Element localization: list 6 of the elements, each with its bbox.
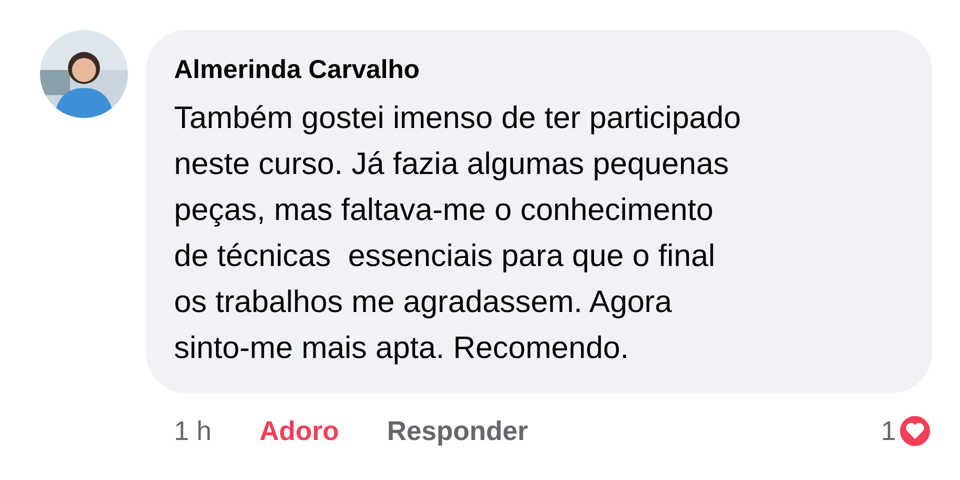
reply-button[interactable]: Responder (387, 411, 528, 452)
author-name[interactable]: Almerinda Carvalho (174, 50, 912, 89)
reaction-count: 1 (880, 415, 896, 448)
comment-time: 1 h (174, 415, 212, 448)
comment-text: Também gostei imenso de ter participado neste curso. Já fazia algumas pequenas peças, mas faltava-me o conhecimento de técnicas essenciais para que o final os trabalhos me agradassem. Agora sinto-me mais apta. Recomendo. (174, 99, 742, 367)
reaction-button[interactable]: Adoro (260, 411, 340, 452)
